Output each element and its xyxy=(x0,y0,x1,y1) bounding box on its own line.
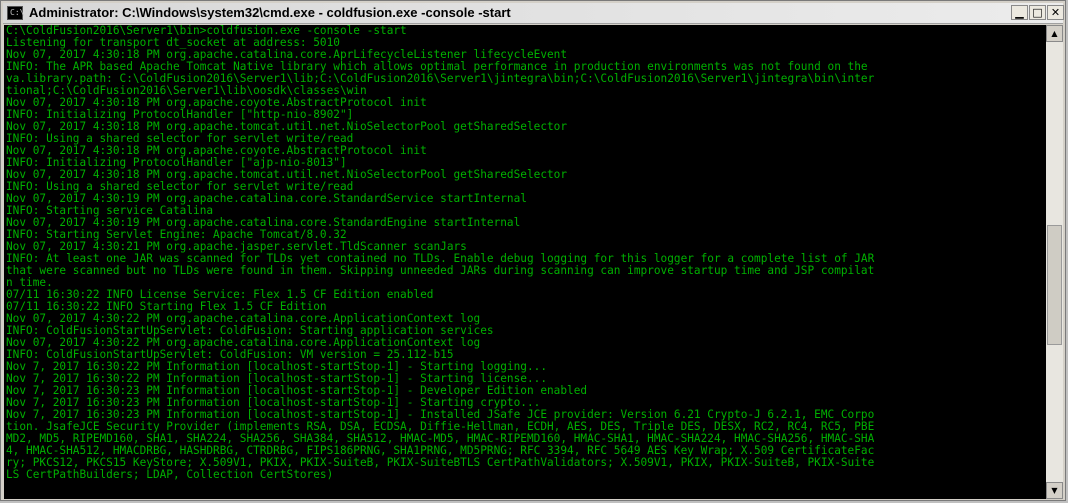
minimize-button[interactable]: ▁ xyxy=(1011,5,1028,20)
cmd-window: C:\ Administrator: C:\Windows\system32\c… xyxy=(0,0,1066,501)
scroll-up-button[interactable]: ▲ xyxy=(1046,25,1063,42)
cmd-icon-label: C:\ xyxy=(10,8,25,17)
cmd-icon[interactable]: C:\ xyxy=(7,6,25,20)
title-bar[interactable]: C:\ Administrator: C:\Windows\system32\c… xyxy=(3,3,1064,24)
maximize-button[interactable]: □ xyxy=(1029,5,1046,20)
window-title: Administrator: C:\Windows\system32\cmd.e… xyxy=(29,5,511,20)
scroll-down-button[interactable]: ▼ xyxy=(1046,482,1063,499)
console-output[interactable]: C:\ColdFusion2016\Server1\bin>coldfusion… xyxy=(4,25,1046,499)
console-line: LS CertPathBuilders; LDAP, Collection Ce… xyxy=(6,468,334,481)
scrollbar-thumb[interactable] xyxy=(1047,225,1062,345)
console-line: that were scanned but no TLDs were found… xyxy=(6,264,875,277)
close-button[interactable]: ✕ xyxy=(1047,5,1064,20)
vertical-scrollbar[interactable]: ▲ ▼ xyxy=(1046,25,1063,499)
